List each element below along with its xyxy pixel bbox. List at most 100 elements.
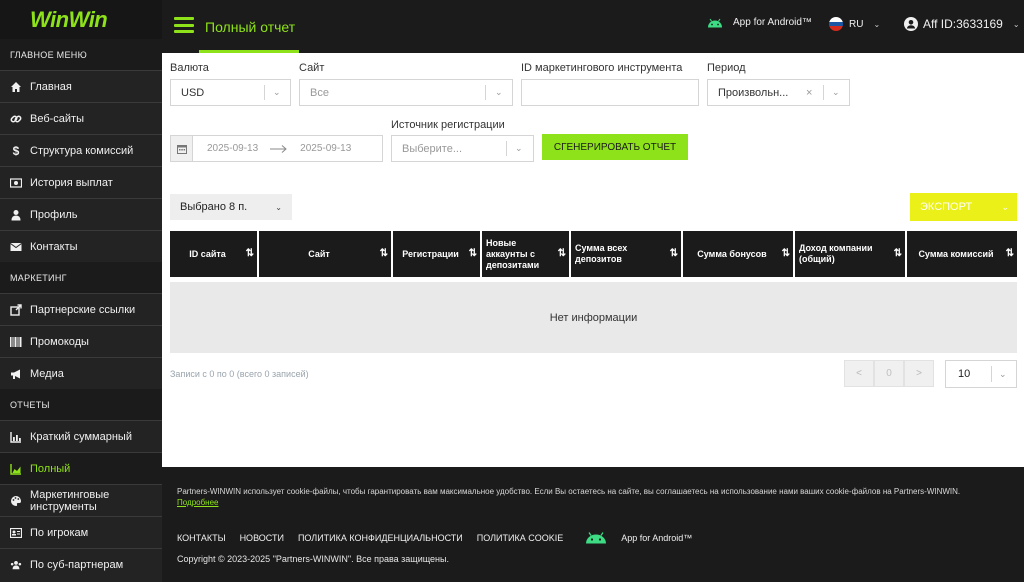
currency-select[interactable]: USD ⌄	[170, 79, 291, 106]
dollar-icon: $	[12, 143, 20, 158]
footer-link-news[interactable]: Новости	[240, 533, 284, 543]
sidebar-item-summary-report[interactable]: Краткий суммарный	[0, 420, 162, 452]
android-app-label: App for Android™	[733, 17, 812, 28]
sidebar-item-label: Контакты	[30, 240, 78, 253]
footer-link-contacts[interactable]: Контакты	[177, 533, 226, 543]
footer-links: Контакты Новости Политика конфиденциальн…	[177, 532, 692, 544]
site-select[interactable]: Все ⌄	[299, 79, 513, 106]
sidebar-section-reports: ОТЧЕТЫ	[0, 389, 162, 420]
column-header-site[interactable]: Сайт ⇅	[259, 231, 393, 277]
cookie-text: Partners-WINWIN использует cookie-файлы,…	[177, 487, 961, 496]
logo-text: WinWin	[30, 6, 108, 32]
area-chart-icon	[10, 463, 22, 475]
sidebar-item-profile[interactable]: Профиль	[0, 198, 162, 230]
external-link-icon	[10, 303, 22, 316]
sidebar-item-label: Полный	[30, 462, 71, 475]
sidebar-item-label: История выплат	[30, 176, 113, 189]
sort-icon: ⇅	[669, 248, 678, 259]
copyright: Copyright © 2023-2025 "Partners-WINWIN".…	[177, 554, 449, 564]
date-to[interactable]: 2025-09-13	[300, 143, 351, 154]
source-select[interactable]: Выберите... ⌄	[391, 135, 534, 162]
page-size-select[interactable]: 10 ⌄	[945, 360, 1017, 388]
source-placeholder: Выберите...	[402, 142, 463, 155]
sort-icon: ⇅	[557, 248, 566, 259]
sidebar-item-label: Маркетинговые инструменты	[30, 488, 110, 513]
footer-android-app-link[interactable]: App for Android™	[585, 532, 692, 544]
sidebar-item-marketing-tools[interactable]: Маркетинговые инструменты	[0, 484, 162, 516]
column-header-label: Сумма бонусов	[697, 248, 767, 259]
column-header-deposits-sum[interactable]: Сумма всех депозитов ⇅	[571, 231, 683, 277]
chevron-down-icon: ⌄	[999, 368, 1007, 379]
export-button[interactable]: Экспорт ⌄	[910, 193, 1017, 221]
android-app-link[interactable]: App for Android™	[707, 17, 812, 28]
currency-label: Валюта	[170, 62, 209, 74]
column-header-new-depositors[interactable]: Новые аккаунты с депозитами ⇅	[482, 231, 571, 277]
generate-report-button[interactable]: Сгенерировать отчет	[542, 134, 688, 160]
android-icon	[707, 18, 723, 28]
next-page-button[interactable]: >	[904, 360, 934, 387]
user-icon	[10, 209, 22, 221]
language-code: RU	[849, 18, 864, 30]
column-header-company-revenue[interactable]: Доход компании (общий) ⇅	[795, 231, 907, 277]
column-selector-button[interactable]: Выбрано 8 п. ⌄	[170, 194, 292, 220]
column-header-label: Сайт	[308, 248, 330, 259]
clear-icon[interactable]: ×	[806, 87, 812, 99]
sidebar-item-promocodes[interactable]: Промокоды	[0, 325, 162, 357]
sidebar-item-by-players[interactable]: По игрокам	[0, 516, 162, 548]
prev-page-button[interactable]: <	[844, 360, 874, 387]
current-page[interactable]: 0	[874, 360, 904, 387]
column-header-label: ID сайта	[189, 248, 226, 259]
records-info: Записи с 0 по 0 (всего 0 записей)	[170, 369, 309, 379]
home-icon	[10, 81, 22, 93]
footer-link-privacy[interactable]: Политика конфиденциальности	[298, 533, 463, 543]
column-header-label: Регистрации	[402, 248, 459, 259]
user-circle-icon	[904, 17, 918, 31]
money-icon	[10, 177, 22, 189]
sidebar-item-label: По игрокам	[30, 526, 89, 539]
sidebar-item-payout-history[interactable]: История выплат	[0, 166, 162, 198]
sidebar-item-partner-links[interactable]: Партнерские ссылки	[0, 293, 162, 325]
tool-id-label: ID маркетингового инструмента	[521, 62, 683, 74]
sidebar-item-full-report[interactable]: Полный	[0, 452, 162, 484]
column-header-commission-sum[interactable]: Сумма комиссий ⇅	[907, 231, 1017, 277]
sidebar-item-label: Краткий суммарный	[30, 430, 132, 443]
cookie-more-link[interactable]: Подробнее	[177, 498, 219, 507]
report-table: ID сайта ⇅ Сайт ⇅ Регистрации ⇅ Новые аккау…	[170, 231, 1017, 353]
date-from[interactable]: 2025-09-13	[207, 143, 258, 154]
chevron-down-icon: ⌄	[1012, 19, 1020, 29]
sidebar-item-websites[interactable]: Веб-сайты	[0, 102, 162, 134]
sidebar-item-label: Веб-сайты	[30, 112, 85, 125]
sidebar: WinWin ГЛАВНОЕ МЕНЮ Главная Веб-сайты $ …	[0, 0, 162, 582]
site-label: Сайт	[299, 62, 325, 74]
calendar-icon	[171, 136, 193, 161]
footer-link-cookie-policy[interactable]: Политика cookie	[477, 533, 563, 543]
date-range-picker[interactable]: 2025-09-13 2025-09-13	[170, 135, 383, 162]
barcode-icon	[10, 336, 22, 348]
column-header-bonus-sum[interactable]: Сумма бонусов ⇅	[683, 231, 795, 277]
chevron-down-icon: ⌄	[515, 143, 523, 153]
android-icon	[585, 532, 607, 544]
period-select[interactable]: Произвольн... × ⌄	[707, 79, 850, 106]
logo[interactable]: WinWin	[0, 0, 162, 39]
period-value: Произвольн...	[718, 86, 789, 99]
palette-icon	[10, 495, 22, 507]
column-header-site-id[interactable]: ID сайта ⇅	[170, 231, 259, 277]
sidebar-item-media[interactable]: Медиа	[0, 357, 162, 389]
sidebar-item-label: Медиа	[30, 367, 64, 380]
sidebar-item-home[interactable]: Главная	[0, 70, 162, 102]
language-selector[interactable]: RU ⌄	[829, 17, 880, 31]
sidebar-item-commission-structure[interactable]: $ Структура комиссий	[0, 134, 162, 166]
column-header-label: Доход компании (общий)	[799, 243, 873, 264]
user-menu[interactable]: Aff ID:3633169 ⌄	[904, 17, 1020, 31]
users-icon	[10, 559, 22, 571]
column-header-registrations[interactable]: Регистрации ⇅	[393, 231, 482, 277]
sidebar-item-contacts[interactable]: Контакты	[0, 230, 162, 262]
sort-icon: ⇅	[893, 248, 902, 259]
sidebar-item-by-subpartners[interactable]: По суб-партнерам	[0, 548, 162, 580]
menu-toggle-icon[interactable]	[174, 17, 194, 33]
page-size-value: 10	[958, 368, 971, 380]
sort-icon: ⇅	[781, 248, 790, 259]
chevron-down-icon: ⌄	[275, 202, 282, 212]
tool-id-input[interactable]	[521, 79, 699, 106]
column-header-label: Новые аккаунты с депозитами	[486, 237, 540, 270]
